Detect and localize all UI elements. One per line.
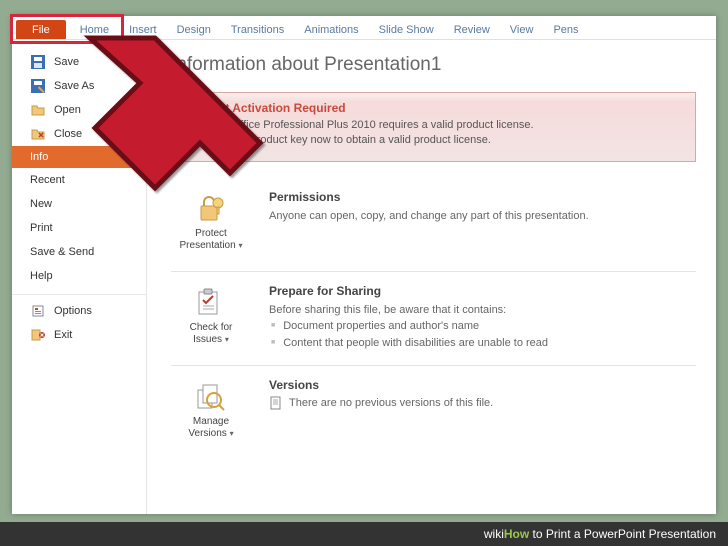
permissions-heading: Permissions <box>269 190 696 204</box>
prepare-lead: Before sharing this file, be aware that … <box>269 302 696 319</box>
permissions-section: Protect Presentation ▾ Permissions Anyon… <box>171 178 696 272</box>
nav-save-as-label: Save As <box>54 80 94 92</box>
nav-options[interactable]: Options <box>12 299 146 323</box>
save-as-icon <box>30 78 46 94</box>
ribbon-tab-insert[interactable]: Insert <box>119 20 167 39</box>
prepare-bullet: Content that people with disabilities ar… <box>271 335 696 352</box>
app-window: File Home Insert Design Transitions Anim… <box>12 16 716 514</box>
protect-presentation-label: Protect Presentation <box>180 228 236 251</box>
nav-save-label: Save <box>54 56 79 68</box>
check-issues-button[interactable]: Check for Issues ▾ <box>171 282 251 352</box>
caption-rest: to Print a PowerPoint Presentation <box>529 527 716 541</box>
nav-help[interactable]: Help <box>12 264 146 288</box>
ribbon-tab-slide-show[interactable]: Slide Show <box>369 20 444 39</box>
check-issues-icon <box>195 287 227 319</box>
nav-close[interactable]: Close <box>12 122 146 146</box>
versions-section: Manage Versions ▾ Versions There are no … <box>171 366 696 459</box>
nav-exit-label: Exit <box>54 329 72 341</box>
backstage-nav: Save Save As Open Close Info Recent New … <box>12 40 147 514</box>
nav-save-as[interactable]: Save As <box>12 74 146 98</box>
ribbon-tab-review[interactable]: Review <box>444 20 500 39</box>
manage-versions-label: Manage Versions <box>188 416 229 439</box>
ribbon-tab-home[interactable]: Home <box>70 20 119 39</box>
nav-save[interactable]: Save <box>12 50 146 74</box>
close-icon <box>30 126 46 142</box>
prepare-bullet: Document properties and author's name <box>271 318 696 335</box>
nav-print[interactable]: Print <box>12 216 146 240</box>
nav-close-label: Close <box>54 128 82 140</box>
activation-line2: Activate your product key now to obtain … <box>184 133 683 148</box>
nav-recent[interactable]: Recent <box>12 168 146 192</box>
lock-icon <box>195 193 227 225</box>
document-icon <box>269 396 283 410</box>
versions-body: There are no previous versions of this f… <box>289 397 493 409</box>
save-icon <box>30 54 46 70</box>
nav-options-label: Options <box>54 305 92 317</box>
permissions-body: Anyone can open, copy, and change any pa… <box>269 208 696 225</box>
wikihow-caption: wikiHow to Print a PowerPoint Presentati… <box>0 522 728 546</box>
ribbon-tab-transitions[interactable]: Transitions <box>221 20 294 39</box>
protect-presentation-button[interactable]: Protect Presentation ▾ <box>171 188 251 257</box>
manage-versions-icon <box>195 381 227 413</box>
ribbon-file-tab[interactable]: File <box>16 20 66 39</box>
activation-line1: Microsoft Office Professional Plus 2010 … <box>184 118 683 133</box>
ribbon-tab-design[interactable]: Design <box>167 20 221 39</box>
options-icon <box>30 303 46 319</box>
info-content: Information about Presentation1 Product … <box>147 40 716 514</box>
page-title: Information about Presentation1 <box>171 54 696 76</box>
nav-new[interactable]: New <box>12 192 146 216</box>
activation-heading: Product Activation Required <box>184 101 683 115</box>
caption-brand-prefix: wiki <box>484 527 504 541</box>
caption-brand-accent: How <box>504 527 529 541</box>
activation-alert: Product Activation Required Microsoft Of… <box>171 92 696 162</box>
ribbon-tab-animations[interactable]: Animations <box>294 20 368 39</box>
open-icon <box>30 102 46 118</box>
ribbon-tab-pens[interactable]: Pens <box>543 20 588 39</box>
versions-heading: Versions <box>269 378 696 392</box>
ribbon-tabs: File Home Insert Design Transitions Anim… <box>12 16 716 40</box>
nav-info-label: Info <box>30 151 48 163</box>
exit-icon <box>30 327 46 343</box>
nav-save-send[interactable]: Save & Send <box>12 240 146 264</box>
chevron-down-icon: ▾ <box>238 241 242 250</box>
prepare-heading: Prepare for Sharing <box>269 284 696 298</box>
nav-open-label: Open <box>54 104 81 116</box>
nav-exit[interactable]: Exit <box>12 323 146 347</box>
chevron-down-icon: ▾ <box>225 335 229 344</box>
nav-info[interactable]: Info <box>12 146 146 168</box>
ribbon-tab-view[interactable]: View <box>500 20 544 39</box>
prepare-section: Check for Issues ▾ Prepare for Sharing B… <box>171 272 696 367</box>
nav-open[interactable]: Open <box>12 98 146 122</box>
manage-versions-button[interactable]: Manage Versions ▾ <box>171 376 251 445</box>
chevron-down-icon: ▾ <box>230 429 234 438</box>
